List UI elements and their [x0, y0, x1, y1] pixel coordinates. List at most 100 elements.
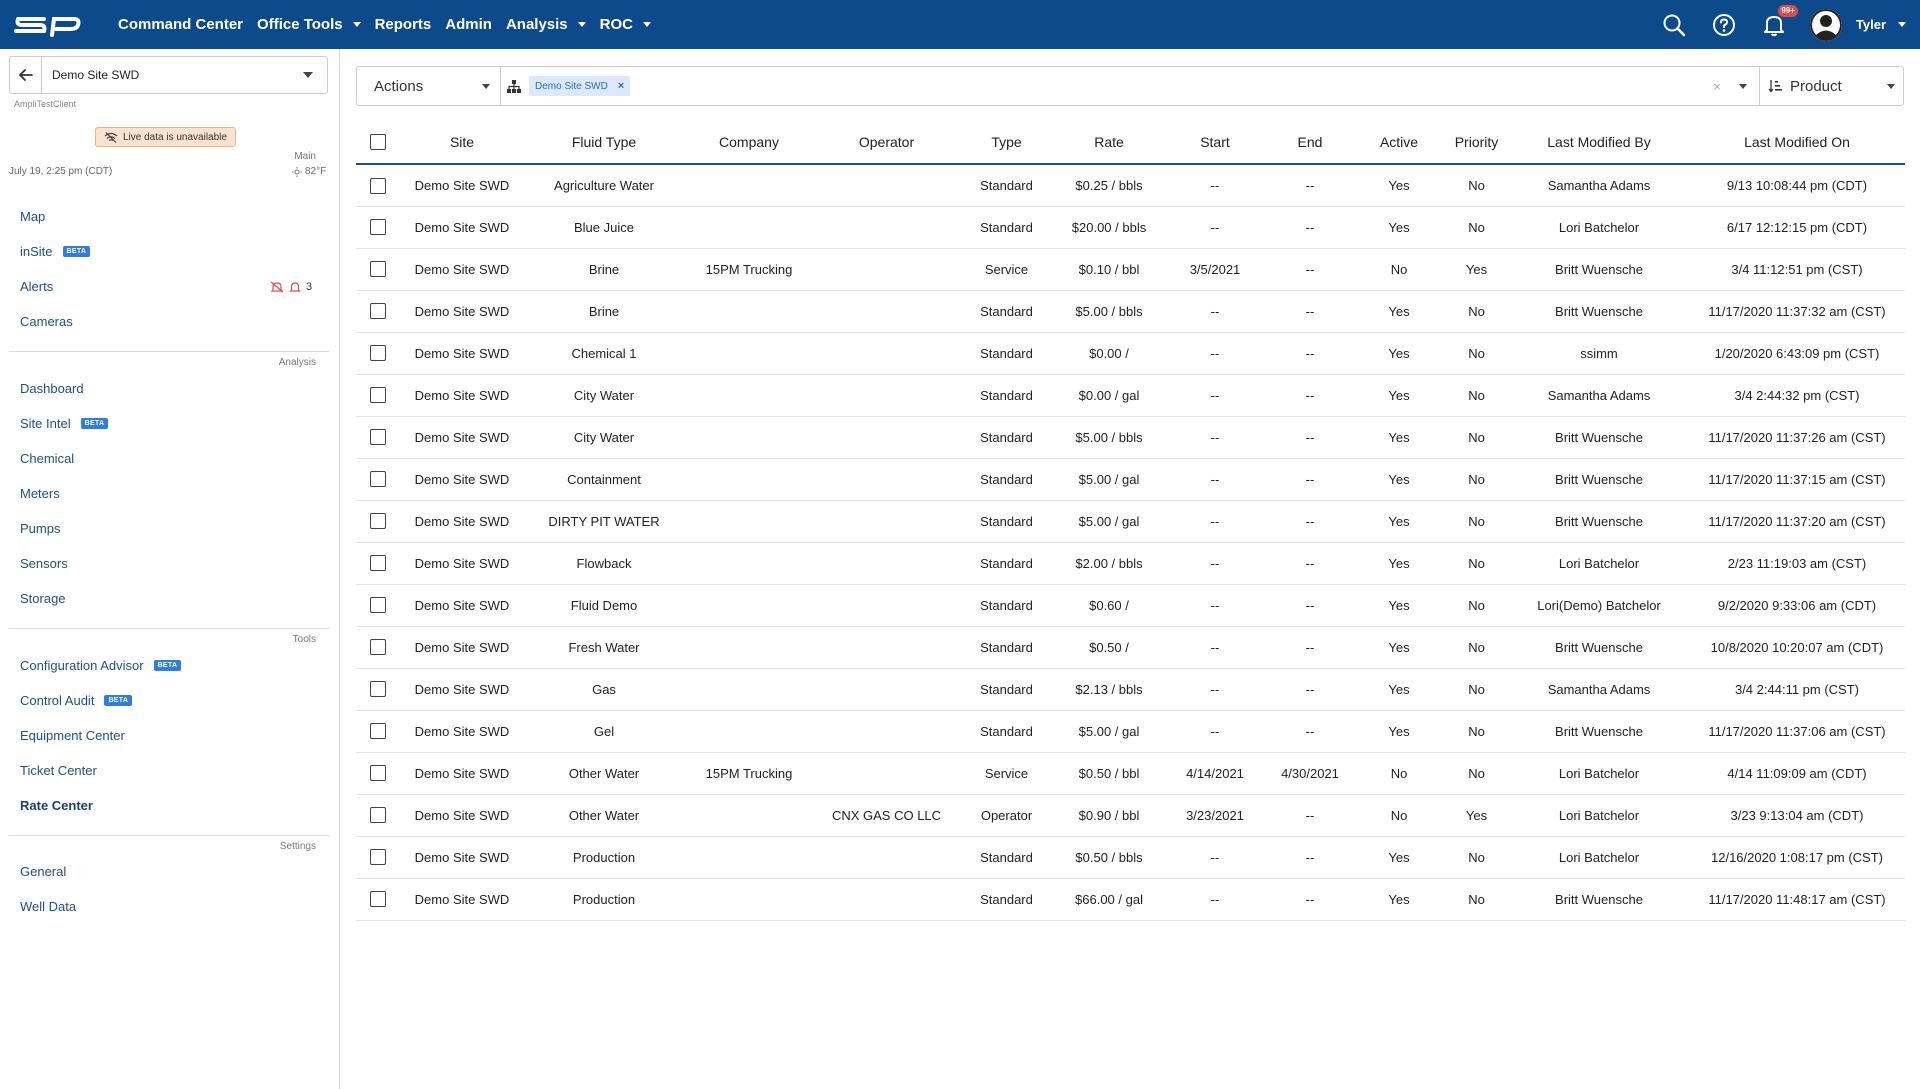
table-row[interactable]: Demo Site SWD Production Standard $0.50 / b…: [356, 836, 1905, 879]
row-checkbox[interactable]: [370, 681, 386, 698]
row-checkbox[interactable]: [370, 471, 386, 488]
column-header-last-modified-on[interactable]: Last Modified On: [1689, 120, 1905, 165]
column-header-end[interactable]: End: [1266, 120, 1354, 165]
table-cell-start: --: [1164, 878, 1266, 921]
table-row[interactable]: Demo Site SWD Flowback Standard $2.00 / bbl…: [356, 542, 1905, 585]
site-filter[interactable]: Demo Site SWD × ×: [501, 67, 1759, 105]
row-checkbox[interactable]: [370, 723, 386, 740]
group-by-dropdown[interactable]: Product: [1759, 67, 1903, 105]
sidebar-item-site-intel[interactable]: Site Intel BETA: [20, 416, 109, 431]
table-cell-start: --: [1164, 710, 1266, 753]
clear-filter-icon[interactable]: ×: [1713, 79, 1721, 94]
table-row[interactable]: Demo Site SWD Other Water CNX GAS CO LLC Op…: [356, 794, 1905, 837]
sidebar-item-control-audit[interactable]: Control Audit BETA: [20, 693, 133, 708]
table-row[interactable]: Demo Site SWD Chemical 1 Standard $0.00 /--…: [356, 332, 1905, 375]
actions-dropdown[interactable]: Actions: [357, 67, 501, 105]
user-avatar[interactable]: [1809, 8, 1842, 41]
table-row[interactable]: Demo Site SWD Gel Standard $5.00 / gal -- -- Y…: [356, 710, 1905, 753]
user-menu-caret-icon[interactable]: [1898, 22, 1906, 27]
column-header-operator[interactable]: Operator: [814, 120, 959, 165]
table-row[interactable]: Demo Site SWD City Water Standard $0.00 / g…: [356, 374, 1905, 417]
row-checkbox[interactable]: [370, 261, 386, 278]
sidebar-item-map[interactable]: Map: [20, 209, 45, 224]
row-checkbox[interactable]: [370, 177, 386, 194]
sidebar-item-ticket-center[interactable]: Ticket Center: [20, 763, 97, 778]
client-name: AmpliTestClient: [14, 99, 77, 109]
sidebar-item-storage[interactable]: Storage: [20, 591, 66, 606]
nav-item-reports[interactable]: Reports: [375, 16, 432, 33]
sidebar-item-meters[interactable]: Meters: [20, 486, 60, 501]
row-checkbox[interactable]: [370, 597, 386, 614]
section-label-analysis: Analysis: [278, 357, 316, 368]
row-checkbox[interactable]: [370, 429, 386, 446]
sidebar-item-configuration-advisor[interactable]: Configuration Advisor BETA: [20, 658, 182, 673]
table-row[interactable]: Demo Site SWD Other Water 15PM Trucking Ser…: [356, 752, 1905, 795]
sidebar-item-general[interactable]: General: [20, 864, 66, 879]
table-row[interactable]: Demo Site SWD Brine 15PM Trucking Service $0…: [356, 248, 1905, 291]
table-row[interactable]: Demo Site SWD Containment Standard $5.00 / …: [356, 458, 1905, 501]
row-checkbox[interactable]: [370, 303, 386, 320]
sidebar-item-alerts[interactable]: Alerts: [20, 279, 53, 294]
nav-item-roc[interactable]: ROC: [600, 16, 651, 33]
table-row[interactable]: Demo Site SWD Fluid Demo Standard $0.60 /--…: [356, 584, 1905, 627]
table-row[interactable]: Demo Site SWD DIRTY PIT WATER Standard $5.0…: [356, 500, 1905, 543]
table-cell-fluid-type: Agriculture Water: [524, 164, 684, 207]
table-cell-start: 4/14/2021: [1164, 752, 1266, 795]
notification-count-badge: 99+: [1778, 4, 1798, 17]
column-header-start[interactable]: Start: [1164, 120, 1266, 165]
chip-remove-icon[interactable]: ×: [618, 80, 624, 92]
chevron-down-icon[interactable]: [1739, 83, 1747, 89]
select-all-checkbox[interactable]: [370, 134, 386, 151]
column-header-type[interactable]: Type: [959, 120, 1054, 165]
sun-icon: [292, 166, 302, 177]
row-checkbox[interactable]: [370, 219, 386, 236]
nav-item-office-tools[interactable]: Office Tools: [257, 16, 361, 33]
column-header-fluid-type[interactable]: Fluid Type: [524, 120, 684, 165]
row-checkbox[interactable]: [370, 807, 386, 824]
row-checkbox[interactable]: [370, 765, 386, 782]
table-row[interactable]: Demo Site SWD Fresh Water Standard $0.50 /-…: [356, 626, 1905, 669]
column-header-company[interactable]: Company: [684, 120, 814, 165]
row-checkbox[interactable]: [370, 555, 386, 572]
table-row[interactable]: Demo Site SWD Blue Juice Standard $20.00 / …: [356, 206, 1905, 249]
sidebar-item-chemical[interactable]: Chemical: [20, 451, 74, 466]
table-row[interactable]: Demo Site SWD City Water Standard $5.00 / b…: [356, 416, 1905, 459]
row-checkbox[interactable]: [370, 387, 386, 404]
sidebar-item-cameras[interactable]: Cameras: [20, 314, 73, 329]
column-header-active[interactable]: Active: [1354, 120, 1444, 165]
site-selector[interactable]: Demo Site SWD: [9, 56, 328, 94]
column-header-rate[interactable]: Rate: [1054, 120, 1164, 165]
row-checkbox[interactable]: [370, 639, 386, 656]
table-cell-last-modified-by: Lori Batchelor: [1509, 752, 1689, 795]
row-checkbox[interactable]: [370, 849, 386, 866]
table-row[interactable]: Demo Site SWD Agriculture Water Standard $0…: [356, 164, 1905, 207]
row-checkbox[interactable]: [370, 891, 386, 908]
help-icon[interactable]: [1710, 11, 1738, 39]
actions-label: Actions: [374, 77, 424, 95]
search-icon[interactable]: [1660, 11, 1688, 39]
table-row[interactable]: Demo Site SWD Gas Standard $2.13 / bbls -- --…: [356, 668, 1905, 711]
table-row[interactable]: Demo Site SWD Production Standard $66.00 / …: [356, 878, 1905, 921]
sidebar-item-equipment-center[interactable]: Equipment Center: [20, 728, 125, 743]
chevron-down-icon[interactable]: [303, 72, 313, 78]
sidebar-item-sensors[interactable]: Sensors: [20, 556, 68, 571]
column-header-site[interactable]: Site: [400, 120, 524, 165]
nav-item-admin[interactable]: Admin: [445, 16, 492, 33]
sp-logo[interactable]: [14, 13, 82, 37]
notifications-bell-icon[interactable]: 99+: [1760, 4, 1798, 39]
sidebar-item-insite[interactable]: inSite BETA: [20, 244, 91, 259]
row-checkbox[interactable]: [370, 513, 386, 530]
nav-item-command-center[interactable]: Command Center: [118, 16, 243, 33]
sidebar-item-well-data[interactable]: Well Data: [20, 899, 76, 914]
row-checkbox[interactable]: [370, 345, 386, 362]
sidebar-item-rate-center[interactable]: Rate Center: [20, 798, 93, 813]
sidebar-item-pumps[interactable]: Pumps: [20, 521, 60, 536]
user-name[interactable]: Tyler: [1856, 17, 1886, 32]
sidebar-item-dashboard[interactable]: Dashboard: [20, 381, 84, 396]
nav-item-analysis[interactable]: Analysis: [506, 16, 586, 33]
row-select-cell: [356, 752, 400, 795]
back-arrow-icon[interactable]: [10, 57, 42, 93]
column-header-last-modified-by[interactable]: Last Modified By: [1509, 120, 1689, 165]
column-header-priority[interactable]: Priority: [1444, 120, 1509, 165]
table-row[interactable]: Demo Site SWD Brine Standard $5.00 / bbls --…: [356, 290, 1905, 333]
